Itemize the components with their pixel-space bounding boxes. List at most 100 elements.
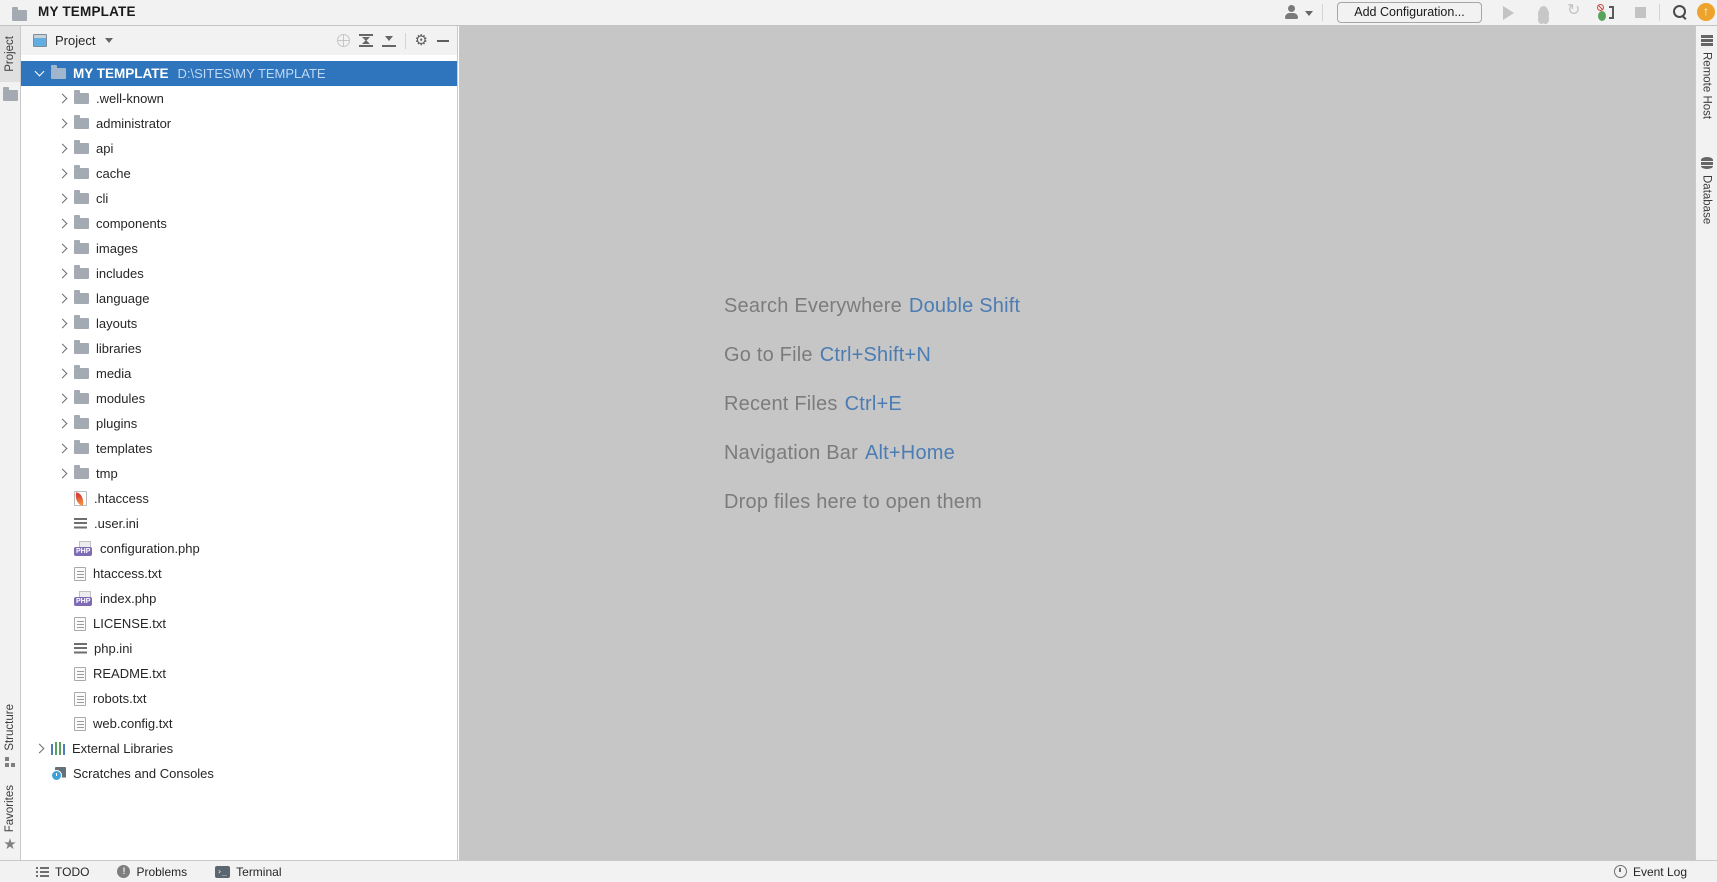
tree-item-folder[interactable]: modules <box>21 386 457 411</box>
tool-window-tab-project[interactable]: Project <box>0 26 20 82</box>
tree-item-file[interactable]: php.ini <box>21 636 457 661</box>
run-icon[interactable] <box>1503 6 1514 20</box>
bracket-glyph <box>1609 6 1614 19</box>
tree-item-root[interactable]: MY TEMPLATE D:\SITES\MY TEMPLATE <box>21 61 457 86</box>
debug-icon[interactable] <box>1539 6 1548 18</box>
locate-file-icon[interactable] <box>336 34 350 47</box>
chevron-right-icon[interactable] <box>54 366 70 382</box>
tree-file-list: .htaccess .user.ini configuration.php <box>21 486 457 736</box>
status-bar-item[interactable]: ›_ Terminal <box>215 865 282 879</box>
structure-icon[interactable] <box>5 756 15 767</box>
project-panel: Project ⚙ MY TEMPLATE D:\SITES\MY TEMPLA… <box>21 26 458 860</box>
chevron-right-icon[interactable] <box>54 91 70 107</box>
attach-debugger-icon[interactable] <box>1597 4 1615 21</box>
folder-tab-icon[interactable] <box>3 87 18 101</box>
tool-window-tab-structure[interactable]: Structure <box>4 704 16 751</box>
status-bar-left: TODO ! Problems ›_ Terminal <box>36 865 282 879</box>
chevron-right-icon[interactable] <box>31 741 47 757</box>
chevron-right-icon[interactable] <box>54 416 70 432</box>
project-folder-icon <box>12 7 27 21</box>
chevron-right-icon[interactable] <box>54 441 70 457</box>
tool-window-tab-favorites[interactable]: Favorites <box>4 785 16 832</box>
tree-item-label: tmp <box>96 466 118 481</box>
gear-icon[interactable]: ⚙ <box>415 33 428 48</box>
rerun-icon[interactable]: ↻ <box>1567 2 1580 20</box>
tree-item-folder[interactable]: layouts <box>21 311 457 336</box>
chevron-right-icon[interactable] <box>54 141 70 157</box>
window-title: MY TEMPLATE <box>38 4 136 19</box>
chevron-right-icon[interactable] <box>54 216 70 232</box>
tree-item-special[interactable]: Scratches and Consoles <box>21 761 457 786</box>
remote-host-icon[interactable] <box>1700 35 1713 46</box>
chevron-right-icon[interactable] <box>54 391 70 407</box>
update-notification-icon[interactable]: ↑ <box>1697 3 1715 21</box>
tree-item-special[interactable]: External Libraries <box>21 736 457 761</box>
tree-item-folder[interactable]: cli <box>21 186 457 211</box>
chevron-right-icon[interactable] <box>54 291 70 307</box>
tree-item-label: LICENSE.txt <box>93 616 166 631</box>
tree-item-folder[interactable]: tmp <box>21 461 457 486</box>
tree-item-label: README.txt <box>93 666 166 681</box>
tree-item-label: configuration.php <box>100 541 200 556</box>
tool-window-tab-database[interactable]: Database <box>1701 175 1713 224</box>
tree-item-folder[interactable]: .well-known <box>21 86 457 111</box>
tree-item-file[interactable]: configuration.php <box>21 536 457 561</box>
star-icon[interactable]: ★ <box>3 837 16 852</box>
stop-icon[interactable] <box>1635 7 1646 18</box>
chevron-right-icon[interactable] <box>54 341 70 357</box>
folder-icon <box>74 140 89 154</box>
tree-item-folder[interactable]: images <box>21 236 457 261</box>
hint-shortcut: Ctrl+Shift+N <box>819 344 932 366</box>
search-everywhere-icon[interactable] <box>1673 5 1689 21</box>
tree-item-file[interactable]: .htaccess <box>21 486 457 511</box>
chevron-right-icon[interactable] <box>54 191 70 207</box>
chevron-down-icon[interactable] <box>1305 11 1313 16</box>
panel-title[interactable]: Project <box>55 33 95 48</box>
database-icon[interactable] <box>1700 157 1713 170</box>
chevron-down-icon[interactable] <box>105 38 114 43</box>
tree-item-folder[interactable]: libraries <box>21 336 457 361</box>
tree-item-file[interactable]: robots.txt <box>21 686 457 711</box>
chevron-right-icon[interactable] <box>54 241 70 257</box>
tree-item-folder[interactable]: components <box>21 211 457 236</box>
tree-item-file[interactable]: .user.ini <box>21 511 457 536</box>
tree-item-file[interactable]: LICENSE.txt <box>21 611 457 636</box>
status-bar-item[interactable]: ! Problems <box>117 865 187 879</box>
expand-all-icon[interactable] <box>358 34 373 47</box>
php-icon <box>74 540 93 557</box>
chevron-down-icon[interactable] <box>31 66 47 82</box>
tree-item-folder[interactable]: media <box>21 361 457 386</box>
chevron-right-icon[interactable] <box>54 466 70 482</box>
event-log-item[interactable]: Event Log <box>1613 865 1687 879</box>
collapse-all-icon[interactable] <box>381 34 396 47</box>
tree-item-label: libraries <box>96 341 142 356</box>
hint-line: Go to File Ctrl+Shift+N <box>724 331 1020 380</box>
tool-window-tab-remote-host[interactable]: Remote Host <box>1701 52 1713 119</box>
bug-glyph <box>1598 11 1606 21</box>
chevron-right-icon[interactable] <box>54 166 70 182</box>
tree-item-folder[interactable]: templates <box>21 436 457 461</box>
tree-item-folder[interactable]: administrator <box>21 111 457 136</box>
tree-item-file[interactable]: htaccess.txt <box>21 561 457 586</box>
folder-icon <box>74 315 89 329</box>
tree-item-file[interactable]: README.txt <box>21 661 457 686</box>
status-bar-item[interactable]: TODO <box>36 865 89 879</box>
hide-panel-icon[interactable] <box>437 39 449 42</box>
add-configuration-button[interactable]: Add Configuration... <box>1337 2 1482 23</box>
tree-item-file[interactable]: index.php <box>21 586 457 611</box>
status-item-label: TODO <box>55 864 90 879</box>
tree-item-label: cache <box>96 166 131 181</box>
tree-item-label: language <box>96 291 150 306</box>
title-bar: MY TEMPLATE Add Configuration... ↻ ↑ <box>0 0 1717 26</box>
chevron-right-icon[interactable] <box>54 316 70 332</box>
root-path: D:\SITES\MY TEMPLATE <box>177 66 326 81</box>
tree-item-folder[interactable]: api <box>21 136 457 161</box>
user-account-icon[interactable] <box>1284 5 1299 20</box>
tree-item-folder[interactable]: includes <box>21 261 457 286</box>
tree-item-folder[interactable]: language <box>21 286 457 311</box>
tree-item-file[interactable]: web.config.txt <box>21 711 457 736</box>
chevron-right-icon[interactable] <box>54 116 70 132</box>
tree-item-folder[interactable]: cache <box>21 161 457 186</box>
chevron-right-icon[interactable] <box>54 266 70 282</box>
tree-item-folder[interactable]: plugins <box>21 411 457 436</box>
